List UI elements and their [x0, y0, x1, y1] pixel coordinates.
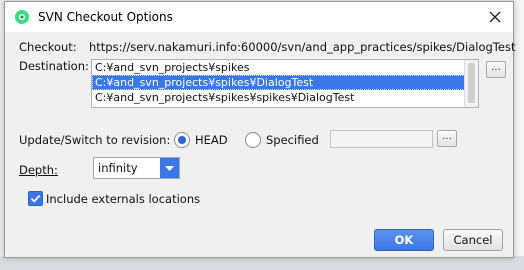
scrollbar-thumb[interactable] — [468, 63, 475, 103]
specified-radio[interactable] — [245, 132, 261, 148]
destination-scrollbar[interactable] — [464, 60, 478, 107]
depth-value: infinity — [98, 161, 138, 175]
svn-checkout-dialog: SVN Checkout Options Checkout: https://s… — [4, 1, 516, 258]
revision-input[interactable] — [330, 130, 433, 148]
head-label: HEAD — [195, 133, 228, 147]
background-window-bottom — [0, 256, 524, 270]
specified-label: Specified — [266, 133, 319, 147]
ok-button[interactable]: OK — [374, 229, 434, 251]
head-radio[interactable] — [174, 132, 190, 148]
depth-label: Depth: — [19, 163, 58, 177]
close-icon — [489, 11, 501, 23]
destination-label: Destination: — [19, 59, 89, 73]
include-externals-checkbox[interactable] — [28, 191, 43, 206]
android-studio-icon — [15, 10, 29, 24]
checkmark-icon — [30, 194, 41, 203]
destination-item[interactable]: C:¥and_svn_projects¥spikes¥spikes¥Dialog… — [92, 90, 465, 105]
dialog-title: SVN Checkout Options — [38, 10, 173, 24]
checkout-label: Checkout: — [19, 40, 77, 54]
depth-dropdown-button[interactable] — [160, 158, 179, 178]
browse-revision-button[interactable]: ... — [437, 130, 457, 147]
destination-list[interactable]: C:¥and_svn_projects¥spikes C:¥and_svn_pr… — [91, 59, 479, 108]
dialog-titlebar: SVN Checkout Options — [5, 2, 513, 32]
chevron-down-icon — [165, 166, 174, 171]
destination-item-selected[interactable]: C:¥and_svn_projects¥spikes¥DialogTest — [92, 75, 465, 90]
include-externals-label: Include externals locations — [46, 192, 201, 206]
revision-label: Update/Switch to revision: — [19, 133, 171, 147]
depth-select[interactable]: infinity — [93, 157, 180, 179]
close-button[interactable] — [483, 6, 507, 28]
cancel-button[interactable]: Cancel — [443, 229, 503, 251]
destination-item[interactable]: C:¥and_svn_projects¥spikes — [92, 60, 465, 75]
browse-destination-button[interactable]: ... — [486, 61, 506, 78]
checkout-url: https://serv.nakamuri.info:60000/svn/and… — [89, 40, 516, 54]
